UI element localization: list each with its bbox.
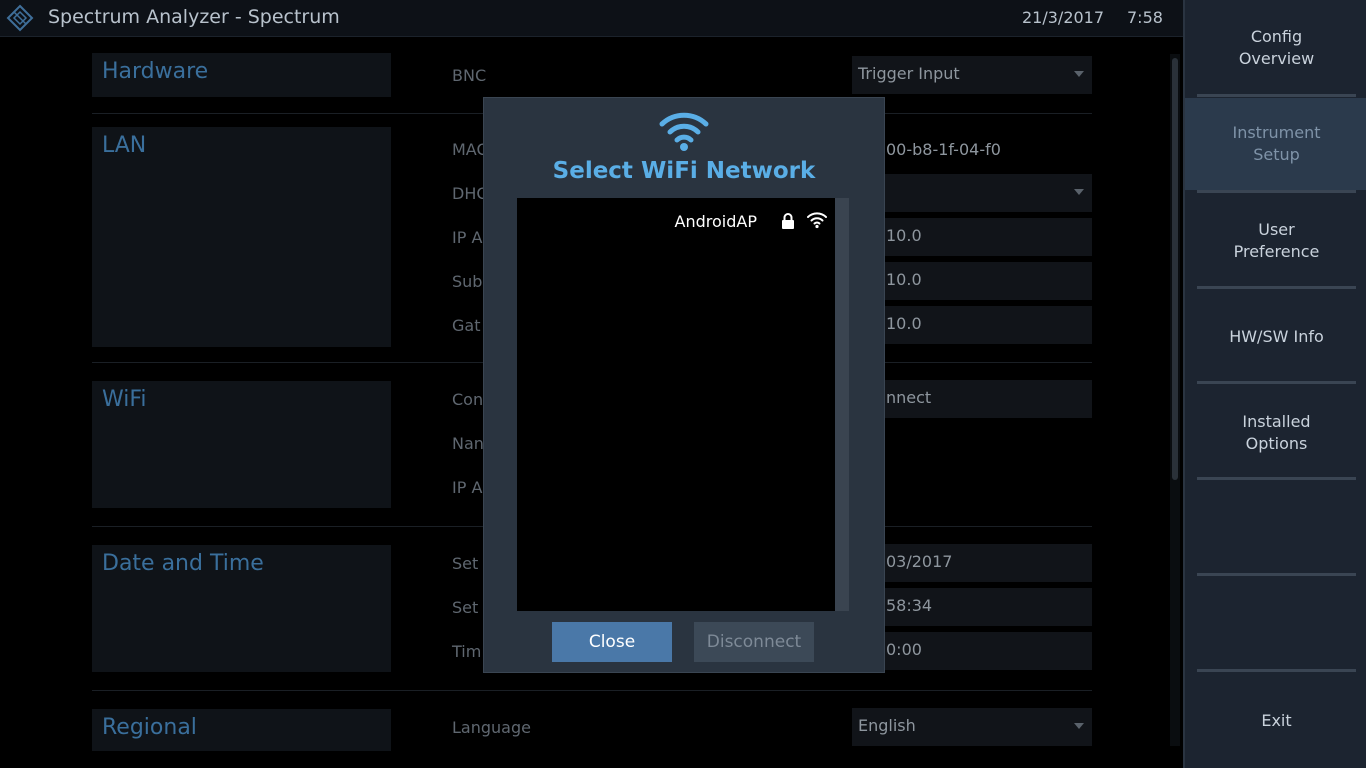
close-button[interactable]: Close [552,622,672,662]
set-time-label: Set [452,598,479,617]
ip-address-field[interactable]: 10.0 [852,218,1092,256]
date-field[interactable]: 03/2017 [852,544,1092,582]
section-date-time: Date and Time [92,545,391,672]
dialog-title: Select WiFi Network [552,158,816,184]
select-wifi-dialog: Select WiFi Network AndroidAP Close Disc… [483,97,885,673]
softkey-empty-2[interactable] [1185,580,1366,670]
subnet-field[interactable]: 10.0 [852,262,1092,300]
gateway-field[interactable]: 10.0 [852,306,1092,344]
softkey-label: Installed Options [1242,412,1311,453]
network-item-androidap[interactable]: AndroidAP [517,208,835,234]
gateway-label: Gat [452,316,481,335]
softkey-label: Config Overview [1238,27,1315,68]
subnet-value: 10.0 [886,270,922,289]
divider [92,690,1092,691]
bnc-label: BNC [452,66,487,85]
wifi-connect-label: Con [452,390,484,409]
set-date-label: Set [452,554,479,573]
timezone-field[interactable]: 0:00 [852,632,1092,670]
softkey-hw-sw-info[interactable]: HW/SW Info [1185,292,1366,382]
wifi-signal-icon [807,212,827,229]
softkey-divider [1197,190,1356,193]
wifi-connect-value: nnect [886,388,932,407]
disconnect-button[interactable]: Disconnect [694,622,814,662]
time-value: 58:34 [886,596,933,615]
network-list-scrollbar[interactable] [835,198,849,611]
language-dropdown[interactable]: English [852,708,1092,746]
softkey-empty-1[interactable] [1185,484,1366,574]
section-hardware: Hardware [92,53,391,97]
chevron-down-icon [1074,71,1084,77]
clock-time: 7:58 [1127,8,1163,27]
wifi-icon [659,112,709,151]
window-title: Spectrum Analyzer - Spectrum [48,6,340,28]
wifi-name-label: Nan [452,434,484,453]
clock-date: 21/3/2017 [1022,8,1105,27]
section-wifi: WiFi [92,381,391,508]
timezone-label: Tim [452,642,482,661]
softkey-divider [1197,94,1356,97]
softkey-divider [1197,381,1356,384]
softkey-config-overview[interactable]: Config Overview [1185,3,1366,93]
section-title: Hardware [102,59,209,84]
language-label: Language [452,718,531,737]
chevron-down-icon [1074,723,1084,729]
content-scrollbar-thumb[interactable] [1172,58,1178,480]
section-lan: LAN [92,127,391,347]
softkey-installed-options[interactable]: Installed Options [1185,388,1366,478]
time-field[interactable]: 58:34 [852,588,1092,626]
softkey-instrument-setup[interactable]: Instrument Setup [1185,98,1366,190]
bnc-value: Trigger Input [858,64,960,83]
chevron-down-icon [1074,189,1084,195]
network-ssid: AndroidAP [674,212,757,231]
bnc-dropdown[interactable]: Trigger Input [852,56,1092,94]
rohde-logo-icon [6,4,34,32]
section-title: Regional [102,715,197,740]
section-title: LAN [102,133,147,158]
softkey-label: HW/SW Info [1229,327,1324,346]
mac-value: 00-b8-1f-04-f0 [886,140,1001,159]
title-bar: Spectrum Analyzer - Spectrum 21/3/2017 7… [0,0,1183,37]
gateway-value: 10.0 [886,314,922,333]
softkey-label: Exit [1261,711,1292,730]
softkey-label: User Preference [1233,220,1320,261]
softkey-user-preference[interactable]: User Preference [1185,196,1366,286]
date-value: 03/2017 [886,552,953,571]
section-title: Date and Time [102,551,264,576]
ip-value: 10.0 [886,226,922,245]
softkey-divider [1197,669,1356,672]
lock-icon [782,213,794,229]
network-list: AndroidAP [517,198,835,611]
language-value: English [858,716,916,735]
wifi-connect-field[interactable]: nnect [852,380,1092,418]
dhcp-dropdown[interactable] [852,174,1092,212]
softkey-exit[interactable]: Exit [1185,676,1366,766]
softkey-divider [1197,477,1356,480]
softkey-divider [1197,286,1356,289]
ip-label: IP A [452,228,483,247]
section-title: WiFi [102,387,147,412]
wifi-ip-label: IP A [452,478,483,497]
section-regional: Regional [92,709,391,751]
softkey-panel: Config Overview Instrument Setup User Pr… [1183,0,1366,768]
timezone-value: 0:00 [886,640,922,659]
softkey-label: Instrument Setup [1232,123,1321,164]
softkey-divider [1197,573,1356,576]
subnet-label: Sub [452,272,483,291]
